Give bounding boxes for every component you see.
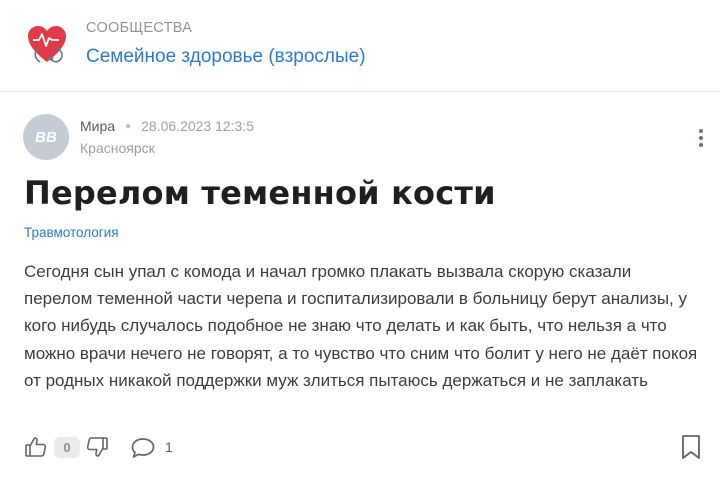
post-body: Сегодня сын упал с комода и начал громко… <box>24 262 698 390</box>
author-line: Мира ● 28.06.2023 12:3:5 <box>80 118 254 134</box>
comment-count: 1 <box>165 439 173 455</box>
post-date: 28.06.2023 12:3:5 <box>141 118 254 134</box>
score-badge: 0 <box>54 437 80 458</box>
author-city: Красноярск <box>80 140 155 156</box>
avatar-initials: BB <box>35 128 57 146</box>
more-vertical-icon[interactable] <box>690 124 712 152</box>
author-name[interactable]: Мира <box>80 118 115 134</box>
heart-stethoscope-icon[interactable] <box>24 22 70 68</box>
menu-dot <box>699 136 703 140</box>
comment-icon[interactable] <box>130 436 156 460</box>
community-header: СООБЩЕСТВА Семейное здоровье (взрослые) <box>0 0 720 92</box>
thumbs-up-icon[interactable] <box>24 435 48 459</box>
avatar[interactable]: BB <box>23 114 69 160</box>
menu-dot <box>699 129 703 133</box>
bookmark-icon[interactable] <box>680 434 702 460</box>
community-name-link[interactable]: Семейное здоровье (взрослые) <box>86 46 366 68</box>
menu-dot <box>699 143 703 147</box>
post-tag-link[interactable]: Травмотология <box>24 225 119 240</box>
post-actions: 0 1 <box>0 428 720 468</box>
separator-dot: ● <box>125 120 132 132</box>
thumbs-down-icon[interactable] <box>85 435 109 459</box>
community-section-label: СООБЩЕСТВА <box>86 20 193 36</box>
post-title: Перелом теменной кости <box>24 174 496 212</box>
